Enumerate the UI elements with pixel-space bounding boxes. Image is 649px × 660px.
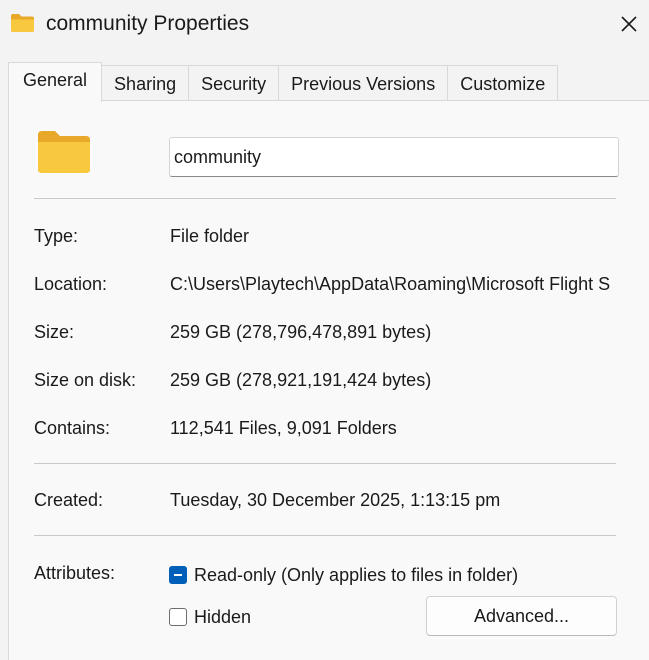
tab-strip: General Sharing Security Previous Versio… (8, 62, 559, 103)
contains-value: 112,541 Files, 9,091 Folders (170, 418, 397, 438)
type-value: File folder (170, 226, 250, 246)
divider-middle (34, 463, 616, 464)
divider-top (34, 198, 616, 199)
created-label: Created: (34, 490, 104, 510)
tab-general[interactable]: General (8, 62, 103, 102)
hidden-checkbox-row[interactable]: Hidden (169, 606, 251, 628)
read-only-label: Read-only (Only applies to files in fold… (194, 565, 519, 585)
close-icon (621, 16, 637, 32)
window-title: community Properties (46, 12, 250, 35)
folder-name-input[interactable] (169, 137, 619, 177)
folder-icon-large (38, 131, 90, 173)
tab-previous-versions[interactable]: Previous Versions (279, 65, 449, 103)
read-only-checkbox[interactable] (169, 566, 187, 584)
close-button[interactable] (610, 6, 648, 42)
attributes-label: Attributes: (34, 563, 116, 583)
location-value: C:\Users\Playtech\AppData\Roaming\Micros… (170, 274, 611, 294)
hidden-checkbox[interactable] (169, 608, 187, 626)
size-label: Size: (34, 322, 75, 342)
location-label: Location: (34, 274, 108, 294)
tab-customize[interactable]: Customize (448, 65, 559, 103)
size-on-disk-value: 259 GB (278,921,191,424 bytes) (170, 370, 432, 390)
advanced-button[interactable]: Advanced... (426, 596, 617, 636)
type-label: Type: (34, 226, 79, 246)
contains-label: Contains: (34, 418, 111, 438)
size-value: 259 GB (278,796,478,891 bytes) (170, 322, 432, 342)
hidden-label: Hidden (194, 607, 252, 627)
title-bar: community Properties (0, 0, 649, 50)
tab-security[interactable]: Security (189, 65, 280, 103)
divider-bottom (34, 535, 616, 536)
indeterminate-dash-icon (174, 574, 182, 576)
created-value: Tuesday, 30 December 2025, 1:13:15 pm (170, 490, 501, 510)
tab-sharing[interactable]: Sharing (102, 65, 190, 103)
folder-icon (11, 14, 34, 32)
read-only-checkbox-row[interactable]: Read-only (Only applies to files in fold… (169, 564, 518, 586)
size-on-disk-label: Size on disk: (34, 370, 137, 390)
